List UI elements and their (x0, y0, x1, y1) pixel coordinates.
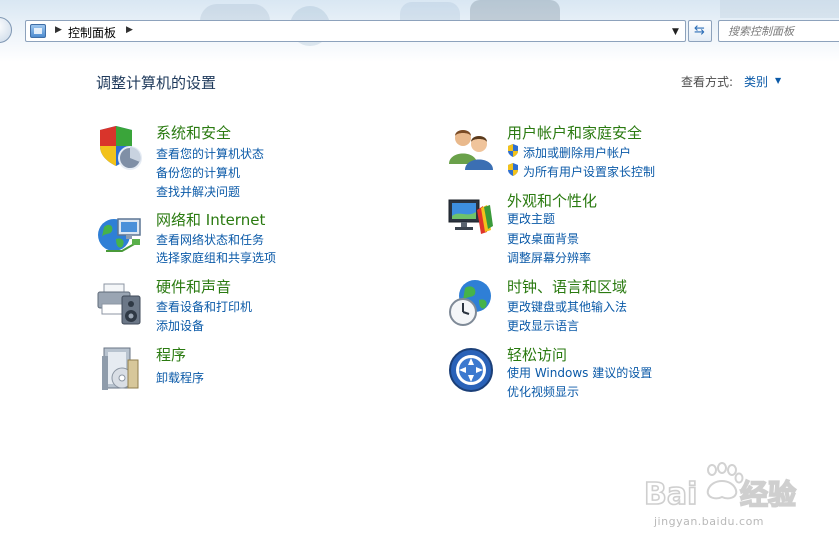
view-by-label: 查看方式: (681, 75, 734, 89)
category-title[interactable]: 轻松访问 (507, 344, 567, 365)
category-title[interactable]: 网络和 Internet (156, 209, 265, 230)
link-optimize-visual-display[interactable]: 优化视频显示 (507, 383, 579, 400)
back-button[interactable] (0, 17, 12, 43)
programs-box-icon[interactable] (96, 346, 144, 394)
ease-of-access-icon[interactable] (447, 346, 495, 394)
link-devices-printers[interactable]: 查看设备和打印机 (156, 298, 252, 315)
breadcrumb-arrow-icon[interactable]: ▶ (126, 25, 133, 35)
search-input[interactable] (719, 21, 839, 41)
refresh-button[interactable]: ⇆ (688, 20, 712, 42)
shield-chart-icon[interactable] (96, 124, 144, 172)
users-icon[interactable] (447, 124, 495, 172)
link-homegroup-sharing[interactable]: 选择家庭组和共享选项 (156, 249, 276, 266)
page-title: 调整计算机的设置 (96, 74, 217, 92)
link-windows-suggested-settings[interactable]: 使用 Windows 建议的设置 (507, 364, 652, 381)
link-backup-computer[interactable]: 备份您的计算机 (156, 164, 240, 181)
search-box[interactable] (718, 20, 839, 42)
category-title[interactable]: 外观和个性化 (507, 190, 597, 211)
breadcrumb-control-panel[interactable]: 控制面板 (68, 24, 116, 41)
monitor-palette-icon[interactable] (447, 192, 495, 240)
baidu-jingyan-watermark-logo: Bai 经验 (643, 462, 797, 513)
svg-text:经验: 经验 (740, 478, 796, 511)
address-bar-area: ▶ 控制面板 ▶ ▼ ⇆ (0, 0, 839, 62)
link-uninstall-program[interactable]: 卸载程序 (156, 369, 204, 386)
link-keyboard-input[interactable]: 更改键盘或其他输入法 (507, 298, 627, 315)
category-title[interactable]: 时钟、语言和区域 (507, 276, 627, 297)
clock-globe-icon[interactable] (447, 278, 495, 326)
uac-shield-icon (508, 144, 518, 157)
svg-text:Bai: Bai (644, 477, 697, 512)
watermark-url: jingyan.baidu.com (654, 515, 765, 528)
address-box[interactable]: ▶ 控制面板 ▶ ▼ (25, 20, 686, 42)
link-display-language[interactable]: 更改显示语言 (507, 317, 579, 334)
printer-speaker-icon[interactable] (96, 278, 144, 326)
category-title[interactable]: 硬件和声音 (156, 276, 231, 297)
link-parental-controls[interactable]: 为所有用户设置家长控制 (523, 163, 655, 180)
link-add-remove-accounts[interactable]: 添加或删除用户帐户 (523, 144, 631, 161)
breadcrumb-arrow-icon[interactable]: ▶ (55, 25, 62, 35)
link-desktop-background[interactable]: 更改桌面背景 (507, 230, 579, 247)
category-title[interactable]: 用户帐户和家庭安全 (507, 122, 642, 143)
refresh-icon: ⇆ (694, 23, 705, 38)
link-troubleshoot[interactable]: 查找并解决问题 (156, 183, 240, 200)
chevron-down-icon[interactable]: ▼ (775, 76, 781, 85)
background-blur (720, 0, 839, 18)
link-view-computer-status[interactable]: 查看您的计算机状态 (156, 145, 264, 162)
category-title[interactable]: 程序 (156, 344, 186, 365)
category-title[interactable]: 系统和安全 (156, 122, 231, 143)
link-change-theme[interactable]: 更改主题 (507, 210, 555, 227)
link-add-device[interactable]: 添加设备 (156, 317, 204, 334)
chevron-down-icon[interactable]: ▼ (672, 27, 679, 37)
globe-network-icon[interactable] (96, 211, 144, 259)
uac-shield-icon (508, 163, 518, 176)
control-panel-icon (30, 24, 46, 38)
link-screen-resolution[interactable]: 调整屏幕分辨率 (507, 249, 591, 266)
view-by-dropdown[interactable]: 类别 (744, 73, 768, 90)
link-network-status[interactable]: 查看网络状态和任务 (156, 231, 264, 248)
